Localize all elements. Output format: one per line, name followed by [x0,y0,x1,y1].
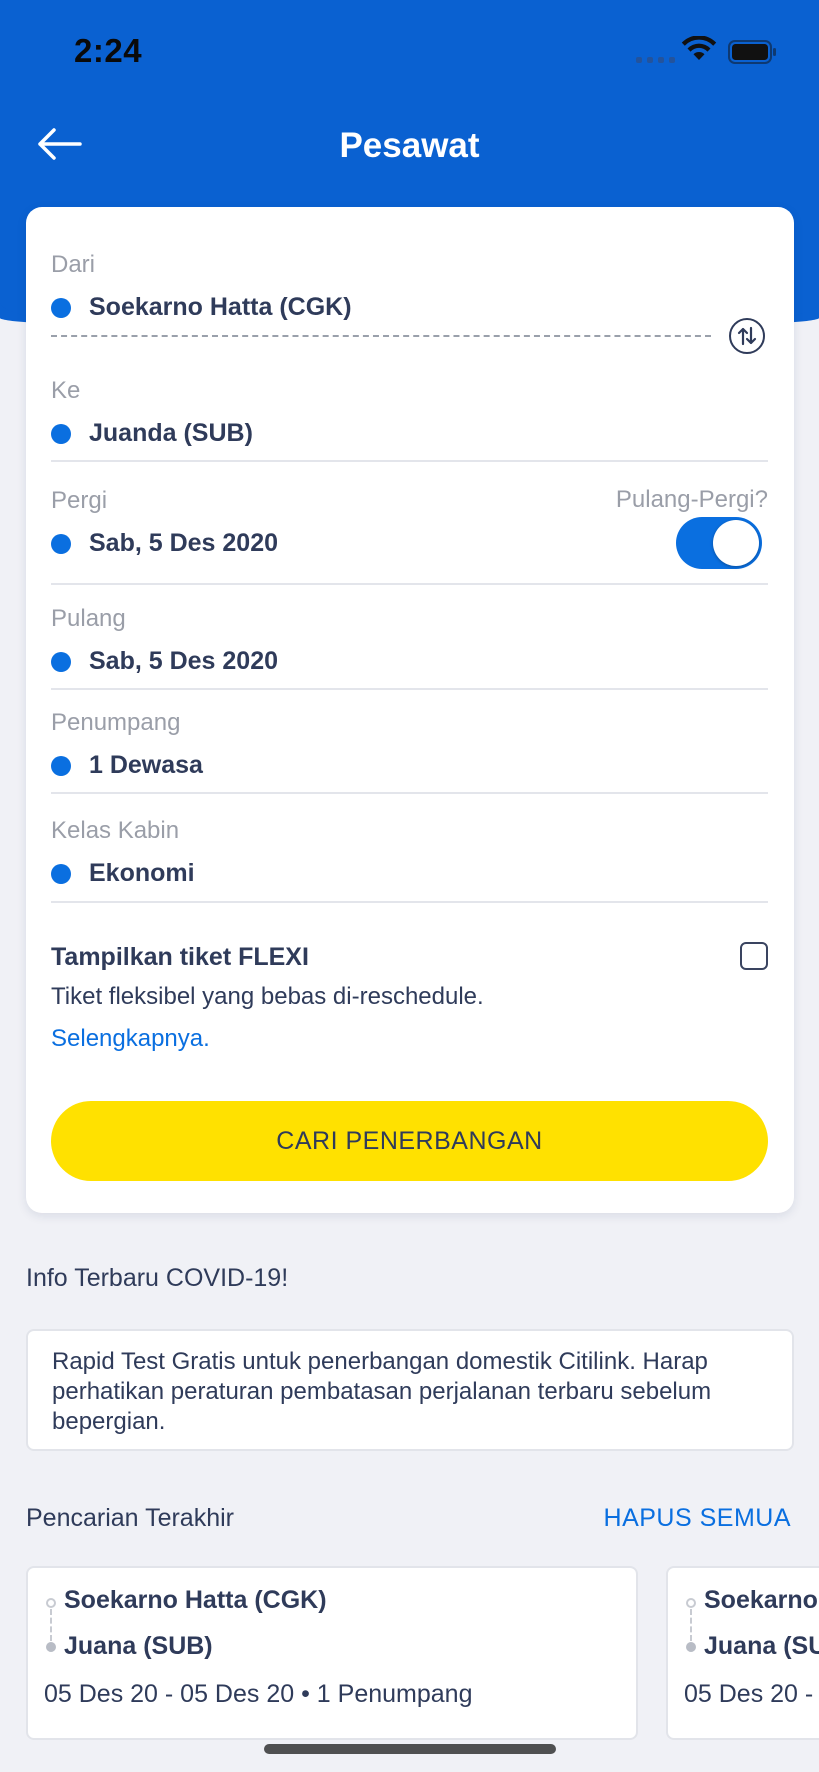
covid-info-box: Rapid Test Gratis untuk penerbangan dome… [26,1329,794,1451]
search-flights-button[interactable]: CARI PENERBANGAN [51,1101,768,1181]
wifi-icon [681,36,717,60]
passenger-dot-icon [51,755,71,776]
cabin-divider [51,901,768,903]
cabin-dot-icon [51,863,71,884]
recent-destination: Juana (SUB) [704,1632,819,1660]
recent-searches-title: Pencarian Terakhir [26,1504,234,1532]
flexi-checkbox[interactable] [740,942,768,970]
covid-title: Info Terbaru COVID-19! [26,1264,289,1292]
recent-search-card[interactable]: Soekarno Hatta (CGK) Juana (SUB) 05 Des … [26,1566,638,1740]
recent-search-card[interactable]: Soekarno Hatta (CGK) Juana (SUB) 05 Des … [666,1566,819,1740]
round-trip-label: Pulang-Pergi? [615,486,768,513]
return-date-field[interactable]: Pulang Sab, 5 Des 2020 [51,605,768,676]
destination-field[interactable]: Ke Juanda (SUB) [51,377,768,448]
passenger-value: 1 Dewasa [89,751,203,779]
status-bar: 2:24 [0,0,819,104]
cabin-label: Kelas Kabin [51,817,180,844]
flexi-title: Tampilkan tiket FLEXI [51,943,309,971]
home-indicator [264,1744,556,1754]
return-value: Sab, 5 Des 2020 [89,647,279,675]
depart-divider [51,583,768,585]
page-title: Pesawat [339,126,480,165]
cabin-value: Ekonomi [89,859,195,887]
return-dot-icon [51,651,71,672]
signal-icon [636,57,675,63]
origin-field[interactable]: Dari Soekarno Hatta (CGK) [51,251,768,322]
origin-divider [51,335,711,337]
nav-bar: Pesawat [0,104,819,184]
passenger-field[interactable]: Penumpang 1 Dewasa [51,709,768,780]
origin-value: Soekarno Hatta (CGK) [89,293,352,321]
destination-dot-icon [51,423,71,444]
flight-search-card: Dari Soekarno Hatta (CGK) Ke Juanda (SUB… [26,207,794,1213]
flexi-more-link[interactable]: Selengkapnya. [51,1025,210,1053]
destination-value: Juanda (SUB) [89,419,253,447]
destination-label: Ke [51,377,81,404]
recent-origin: Soekarno Hatta (CGK) [64,1586,327,1614]
route-line-icon [46,1598,56,1654]
return-divider [51,688,768,690]
passenger-label: Penumpang [51,709,181,736]
recent-details: 05 Des 20 - 05 Des 20 • 1 Penumpang [44,1680,473,1708]
swap-vertical-icon [737,326,757,346]
depart-dot-icon [51,533,71,554]
recent-destination: Juana (SUB) [64,1632,213,1660]
toggle-knob [713,520,759,566]
origin-label: Dari [51,251,96,278]
clear-all-button[interactable]: HAPUS SEMUA [604,1504,791,1533]
destination-divider [51,460,768,462]
round-trip-toggle[interactable] [676,517,762,569]
route-line-icon [686,1598,696,1654]
origin-dot-icon [51,297,71,318]
recent-details: 05 Des 20 - 05 Des 20 • 1 Penumpang [684,1680,819,1708]
depart-value: Sab, 5 Des 2020 [89,529,279,557]
status-time: 2:24 [74,32,143,69]
flexi-description: Tiket fleksibel yang bebas di-reschedule… [51,983,484,1010]
battery-icon [728,40,776,64]
swap-button[interactable] [729,318,765,354]
cabin-class-field[interactable]: Kelas Kabin Ekonomi [51,817,768,888]
return-label: Pulang [51,605,126,632]
recent-origin: Soekarno Hatta (CGK) [704,1586,819,1614]
passenger-divider [51,792,768,794]
